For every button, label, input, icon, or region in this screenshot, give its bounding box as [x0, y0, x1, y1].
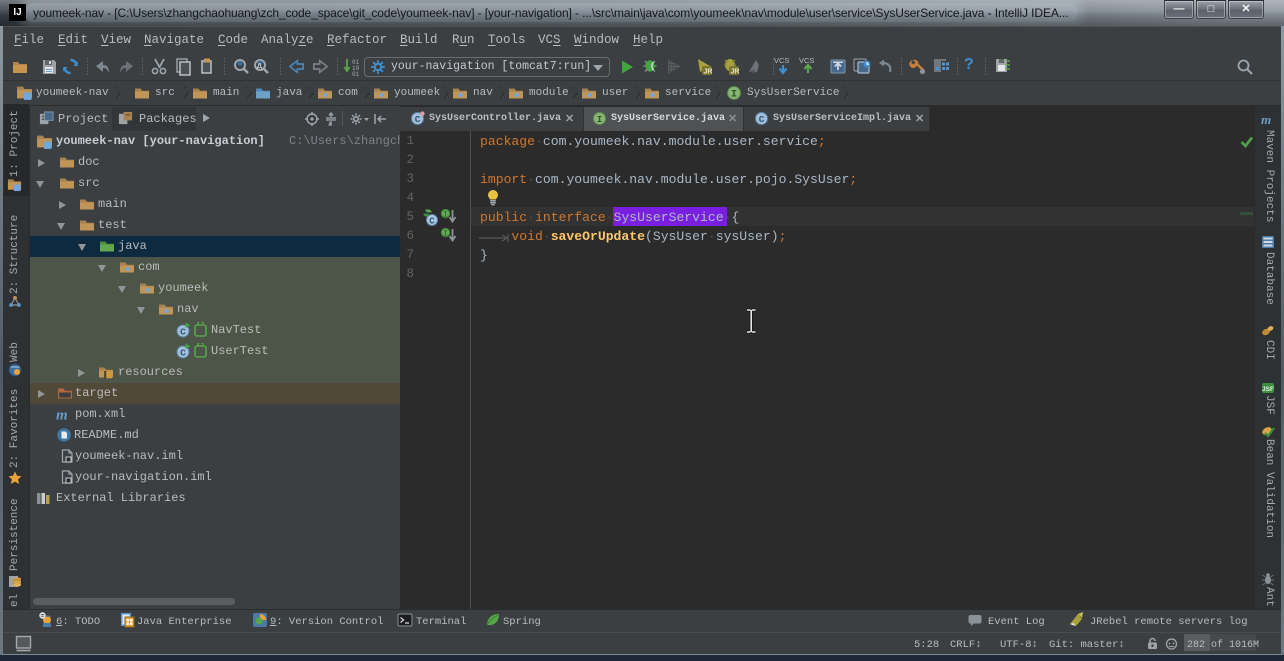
svg-text:01: 01 [352, 71, 360, 76]
svg-text:VCS: VCS [774, 56, 789, 65]
svg-text:JR: JR [731, 69, 740, 76]
svg-text:A: A [257, 62, 263, 72]
svg-text:I: I [443, 231, 448, 239]
svg-text:C: C [429, 217, 435, 227]
svg-text:JSF: JSF [1262, 386, 1274, 393]
svg-text:VCS: VCS [799, 56, 814, 65]
svg-text:I: I [443, 212, 448, 220]
svg-text:JR: JR [704, 69, 713, 76]
